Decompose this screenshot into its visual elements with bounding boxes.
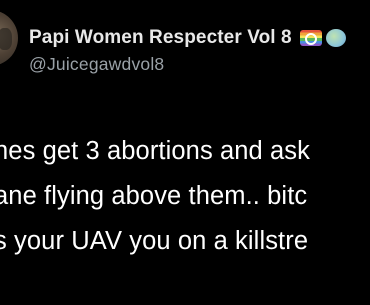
author-handle[interactable]: @Juicegawdvol8 (29, 54, 370, 75)
tweet-header: Papi Women Respecter Vol 8 @Juicegawdvol… (29, 25, 370, 75)
tweet-text-line: nes get 3 abortions and ask (0, 137, 310, 165)
tweet-text-line: s your UAV you on a killstre (0, 227, 309, 255)
tweet-card: Papi Women Respecter Vol 8 @Juicegawdvol… (0, 0, 370, 305)
globe-emoji-icon (325, 29, 346, 47)
rainbow-flag-icon (299, 30, 322, 46)
author-avatar[interactable] (0, 10, 18, 66)
tweet-body: nes get 3 abortions and ask ane flying a… (0, 129, 310, 264)
avatar-face-shade (0, 28, 12, 50)
author-display-name[interactable]: Papi Women Respecter Vol 8 (29, 27, 292, 49)
name-row: Papi Women Respecter Vol 8 (29, 25, 370, 51)
tweet-text-line: ane flying above them.. bitc (0, 182, 308, 210)
